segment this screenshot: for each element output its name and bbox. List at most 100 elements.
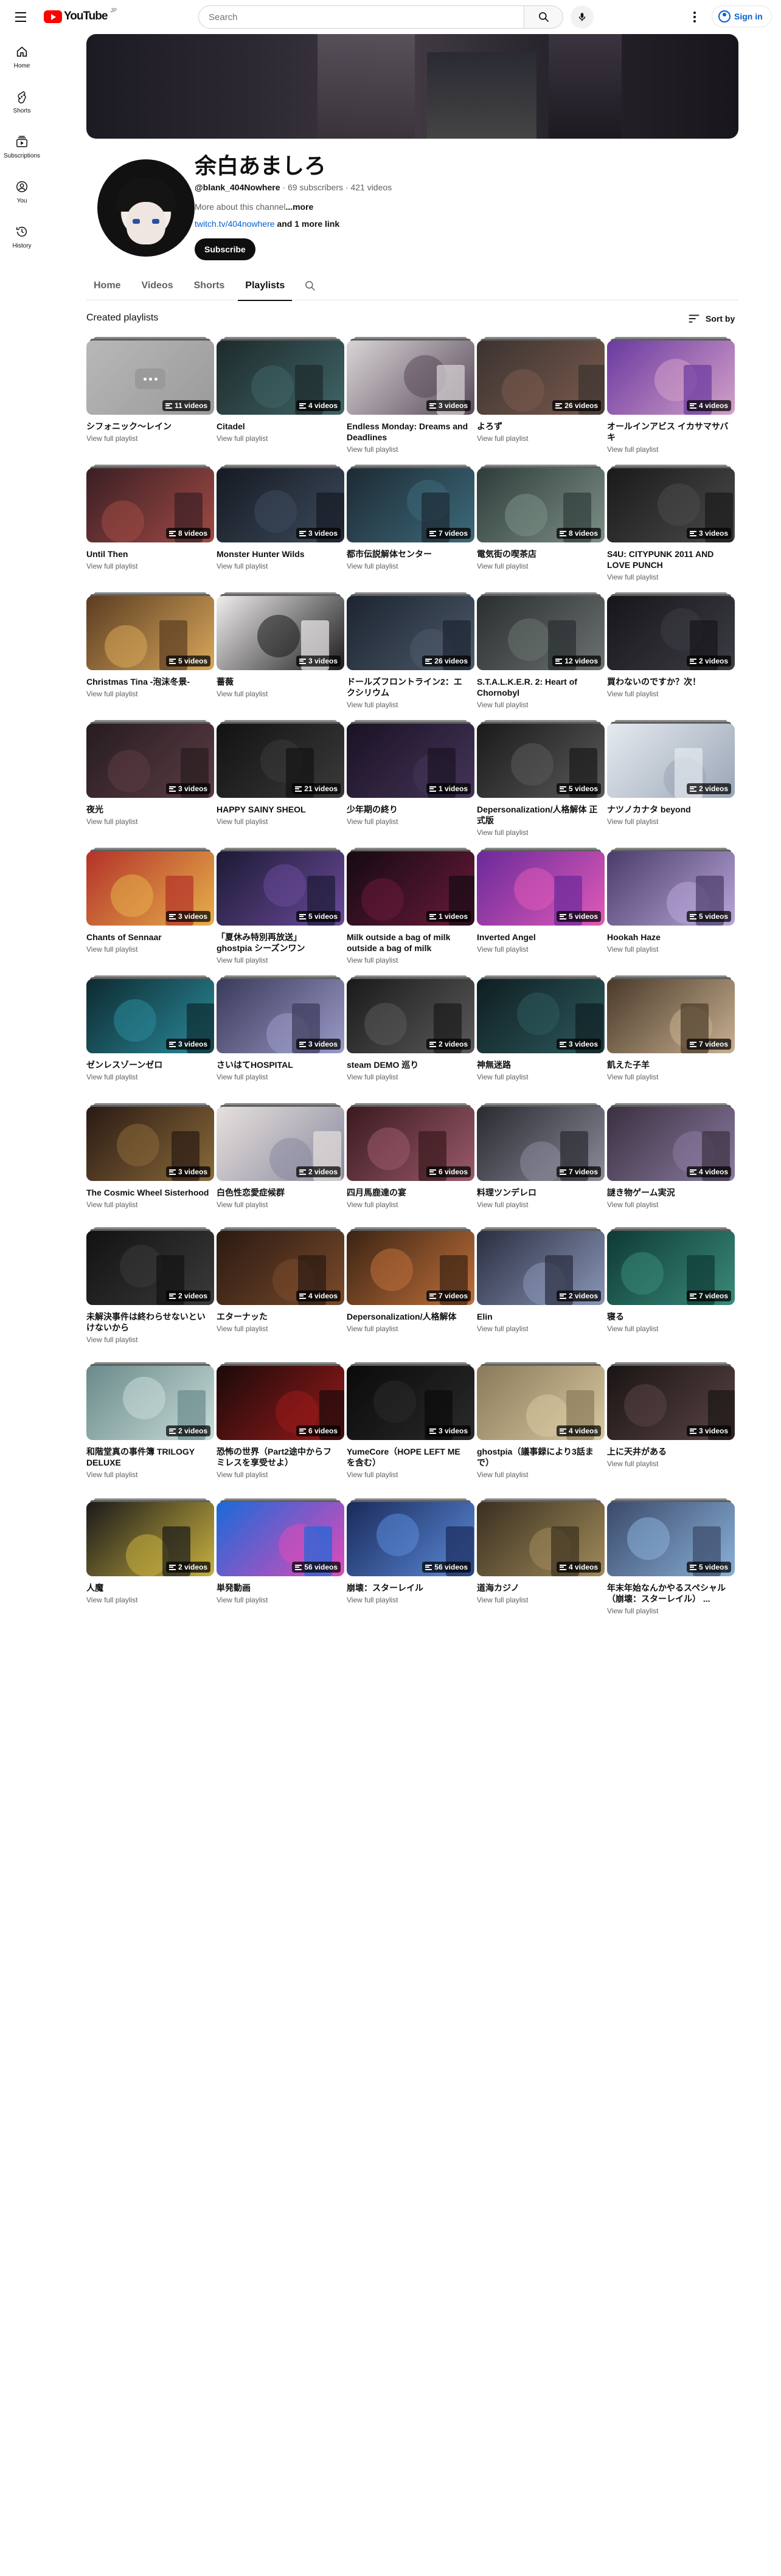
view-full-playlist-link[interactable]: View full playlist [217,1470,344,1479]
playlist-thumbnail-stack[interactable]: 8 videos [86,465,214,542]
playlist-thumbnail-stack[interactable]: 4 videos [607,337,735,415]
playlist-thumbnail-stack[interactable]: 2 videos [86,1362,214,1440]
playlist-title[interactable]: よろず [477,421,605,432]
playlist-thumbnail-stack[interactable]: 3 videos [607,1362,735,1440]
playlist-card[interactable]: 3 videos 神無迷路 View full playlist [477,975,605,1103]
view-full-playlist-link[interactable]: View full playlist [477,1200,605,1209]
playlist-thumbnail-stack[interactable]: 7 videos [607,975,735,1053]
view-full-playlist-link[interactable]: View full playlist [607,945,735,954]
playlist-thumbnail-stack[interactable]: 2 videos [607,592,735,670]
tab-shorts[interactable]: Shorts [187,271,232,300]
playlist-thumbnail-stack[interactable]: 56 videos [347,1498,474,1576]
view-full-playlist-link[interactable]: View full playlist [607,1459,735,1468]
playlist-thumbnail-stack[interactable]: 3 videos [347,1362,474,1440]
playlist-thumbnail-stack[interactable]: 3 videos [347,337,474,415]
playlist-thumbnail-stack[interactable]: 4 videos [477,1498,605,1576]
view-full-playlist-link[interactable]: View full playlist [86,690,214,698]
playlist-thumbnail-stack[interactable]: 2 videos [86,1498,214,1576]
playlist-card[interactable]: 4 videos エターナッた View full playlist [217,1227,344,1362]
playlist-thumbnail-stack[interactable]: 2 videos [347,975,474,1053]
view-full-playlist-link[interactable]: View full playlist [477,945,605,954]
view-full-playlist-link[interactable]: View full playlist [347,701,474,709]
playlist-thumbnail-stack[interactable]: 26 videos [347,592,474,670]
playlist-title[interactable]: ghostpia（議事録により3話まで） [477,1446,605,1468]
playlist-thumbnail-stack[interactable]: 3 videos [477,975,605,1053]
playlist-card[interactable]: 8 videos 電気街の喫茶店 View full playlist [477,465,605,592]
playlist-title[interactable]: Elin [477,1311,605,1322]
playlist-thumbnail-stack[interactable]: 26 videos [477,337,605,415]
more-links[interactable]: and 1 more link [277,219,339,229]
tab-videos[interactable]: Videos [134,271,180,300]
playlist-thumbnail-stack[interactable]: 5 videos [217,848,344,926]
playlist-title[interactable]: 白色性恋愛症候群 [217,1187,344,1198]
guide-item-home[interactable]: Home [2,34,41,79]
channel-about-link[interactable]: More about this channel...more [195,202,313,212]
youtube-logo[interactable]: YouTube JP [44,7,117,23]
playlist-card[interactable]: 11 videos シフォニック〜レイン View full playlist [86,337,214,465]
playlist-thumbnail-stack[interactable]: 21 videos [217,720,344,798]
view-full-playlist-link[interactable]: View full playlist [607,1073,735,1081]
playlist-title[interactable]: steam DEMO 巡り [347,1059,474,1070]
view-full-playlist-link[interactable]: View full playlist [607,1200,735,1209]
view-full-playlist-link[interactable]: View full playlist [86,1073,214,1081]
guide-item-history[interactable]: History [2,214,41,259]
playlist-title[interactable]: 飢えた子羊 [607,1059,735,1070]
playlist-thumbnail-stack[interactable]: 2 videos [217,1103,344,1181]
playlist-thumbnail-stack[interactable]: 2 videos [86,1227,214,1305]
view-full-playlist-link[interactable]: View full playlist [217,1324,344,1333]
playlist-thumbnail-stack[interactable]: 3 videos [217,465,344,542]
playlist-thumbnail-stack[interactable]: 12 videos [477,592,605,670]
playlist-title[interactable]: 寝る [607,1311,735,1322]
playlist-title[interactable]: HAPPY SAINY SHEOL [217,804,344,815]
view-full-playlist-link[interactable]: View full playlist [477,1596,605,1604]
playlist-card[interactable]: 5 videos Christmas Tina -泡沫冬景- View full p… [86,592,214,720]
playlist-title[interactable]: ドールズフロントライン2：エクシリウム [347,676,474,698]
playlist-title[interactable]: エターナッた [217,1311,344,1322]
playlist-card[interactable]: 2 videos 人魔 View full playlist [86,1498,214,1644]
playlist-title[interactable]: さいはてHOSPITAL [217,1059,344,1070]
playlist-title[interactable]: オールインアビス イカサマサバキ [607,421,735,443]
playlist-title[interactable]: 四月馬鹿達の宴 [347,1187,474,1198]
playlist-thumbnail-stack[interactable]: 5 videos [477,720,605,798]
view-full-playlist-link[interactable]: View full playlist [607,445,735,454]
search-button[interactable] [524,5,563,29]
playlist-thumbnail-stack[interactable]: 4 videos [217,337,344,415]
settings-more-icon[interactable] [686,9,703,26]
playlist-card[interactable]: 2 videos 買わないのですか？次！ View full playlist [607,592,735,720]
playlist-card[interactable]: 3 videos Endless Monday: Dreams and Deadl… [347,337,474,465]
playlist-title[interactable]: Endless Monday: Dreams and Deadlines [347,421,474,443]
playlist-card[interactable]: 8 videos Until Then View full playlist [86,465,214,592]
playlist-card[interactable]: 2 videos steam DEMO 巡り View full playlist [347,975,474,1103]
view-full-playlist-link[interactable]: View full playlist [86,1335,214,1344]
playlist-card[interactable]: 12 videos S.T.A.L.K.E.R. 2: Heart of Chor… [477,592,605,720]
playlist-title[interactable]: Christmas Tina -泡沫冬景- [86,676,214,687]
playlist-card[interactable]: 1 videos 少年期の終り View full playlist [347,720,474,848]
playlist-title[interactable]: 未解決事件は終わらせないといけないから [86,1311,214,1333]
playlist-title[interactable]: 崩壊：スターレイル [347,1582,474,1593]
playlist-card[interactable]: 3 videos The Cosmic Wheel Sisterhood View … [86,1103,214,1227]
playlist-card[interactable]: 4 videos 謎き物ゲーム実況 View full playlist [607,1103,735,1227]
playlist-thumbnail-stack[interactable]: 4 videos [607,1103,735,1181]
view-full-playlist-link[interactable]: View full playlist [217,1073,344,1081]
playlist-card[interactable]: 3 videos 夜光 View full playlist [86,720,214,848]
playlist-thumbnail-stack[interactable]: 3 videos [86,975,214,1053]
guide-item-shorts[interactable]: Shorts [2,79,41,124]
view-full-playlist-link[interactable]: View full playlist [86,1470,214,1479]
playlist-thumbnail-stack[interactable]: 6 videos [347,1103,474,1181]
sign-in-button[interactable]: Sign in [712,5,772,27]
view-full-playlist-link[interactable]: View full playlist [477,1073,605,1081]
playlist-card[interactable]: 4 videos Citadel View full playlist [217,337,344,465]
playlist-thumbnail-stack[interactable]: 7 videos [477,1103,605,1181]
playlist-title[interactable]: 年末年始なんかやるスペシャル（崩壊：スターレイル） ... [607,1582,735,1604]
playlist-card[interactable]: 2 videos 和階堂真の事件簿 TRILOGY DELUXE View full… [86,1362,214,1498]
view-full-playlist-link[interactable]: View full playlist [347,1073,474,1081]
view-full-playlist-link[interactable]: View full playlist [607,690,735,698]
voice-search-button[interactable] [571,5,594,29]
playlist-thumbnail-stack[interactable]: 6 videos [217,1362,344,1440]
playlist-thumbnail-stack[interactable]: 56 videos [217,1498,344,1576]
playlist-title[interactable]: Inverted Angel [477,932,605,943]
tab-playlists[interactable]: Playlists [238,271,293,301]
playlist-thumbnail-stack[interactable]: 7 videos [607,1227,735,1305]
view-full-playlist-link[interactable]: View full playlist [347,817,474,826]
playlist-card[interactable]: 7 videos 料理ツンデレロ View full playlist [477,1103,605,1227]
